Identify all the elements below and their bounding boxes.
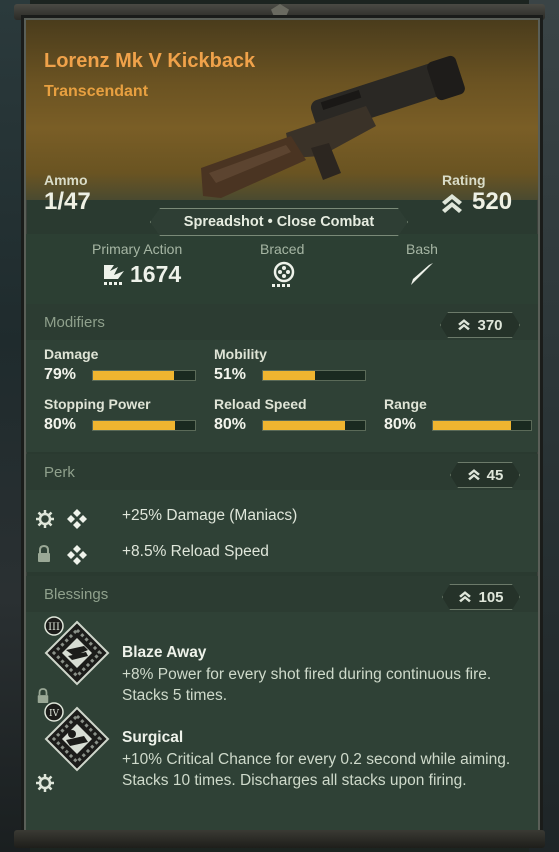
perk-item[interactable]: +25% Damage (Maniacs) bbox=[26, 504, 538, 532]
stat-name: Damage bbox=[44, 346, 99, 362]
item-header: Lorenz Mk V Kickback Transcendant Ammo 1… bbox=[26, 20, 538, 215]
stat-bar bbox=[262, 419, 366, 431]
perk-section: Perk 45 +25% Damage (Maniacs) +8.5% Relo… bbox=[26, 454, 538, 572]
weapon-actions: Primary Action 1674 Braced Bash bbox=[26, 234, 538, 304]
braced-label: Braced bbox=[260, 241, 305, 257]
perk-item[interactable]: +8.5% Reload Speed bbox=[26, 540, 538, 568]
primary-action-value: 1674 bbox=[130, 261, 182, 287]
rating-chevron-icon bbox=[457, 318, 471, 332]
modifiers-title: Modifiers bbox=[44, 314, 105, 331]
frame-bottom-ornament bbox=[14, 830, 545, 848]
bash-blade-icon bbox=[411, 263, 433, 285]
blessing-description: +10% Critical Chance for every 0.2 secon… bbox=[122, 751, 511, 789]
blessing-tier: III bbox=[48, 622, 60, 633]
perk-diamond-icon bbox=[67, 509, 87, 529]
stat-bar bbox=[92, 419, 196, 431]
perk-text: +8.5% Reload Speed bbox=[122, 543, 269, 560]
blessing-name: Blaze Away bbox=[122, 644, 207, 661]
blessings-header: Blessings 105 bbox=[26, 576, 538, 612]
blessings-section: Blessings 105 III Blaze Away +8% Power f… bbox=[26, 576, 538, 836]
lock-icon bbox=[38, 545, 50, 562]
stat-value: 80% bbox=[214, 416, 247, 433]
blessings-title: Blessings bbox=[44, 586, 109, 603]
ammo-value: 1/47 bbox=[44, 188, 91, 215]
perk-score: 45 bbox=[486, 466, 504, 484]
rating-chevron-icon bbox=[467, 468, 481, 482]
blessing-tier: IV bbox=[49, 709, 60, 719]
bash-label: Bash bbox=[406, 241, 438, 257]
stat-stopping-power: Stopping Power 80% bbox=[44, 396, 196, 434]
braced-crosshair-icon bbox=[272, 261, 295, 287]
stat-bar-fill bbox=[93, 420, 175, 430]
rating-chevron-icon bbox=[458, 590, 472, 604]
perk-diamond-icon bbox=[67, 545, 87, 565]
stat-name: Mobility bbox=[214, 346, 267, 362]
blessing-description: +8% Power for every shot fired during co… bbox=[122, 666, 492, 704]
stat-name: Range bbox=[384, 396, 427, 412]
ammo-label: Ammo bbox=[44, 172, 88, 188]
rating-label: Rating bbox=[442, 172, 486, 188]
aquila-emblem-icon bbox=[271, 4, 289, 18]
stat-mobility: Mobility 51% bbox=[214, 346, 366, 384]
perk-score-badge: 45 bbox=[450, 462, 520, 488]
stat-name: Stopping Power bbox=[44, 396, 151, 412]
modifiers-score: 370 bbox=[477, 316, 503, 334]
stat-reload-speed: Reload Speed 80% bbox=[214, 396, 366, 434]
stat-bar bbox=[262, 369, 366, 381]
modifiers-score-badge: 370 bbox=[440, 312, 520, 338]
modifiers-section: Modifiers 370 Damage 79% Mobility 51% St… bbox=[26, 304, 538, 452]
stat-value: 80% bbox=[44, 416, 77, 433]
stat-damage: Damage 79% bbox=[44, 346, 196, 384]
blessing-name: Surgical bbox=[122, 729, 184, 746]
spreadshot-damage-icon bbox=[104, 265, 124, 285]
blessings-score-badge: 105 bbox=[442, 584, 520, 610]
stat-bar-fill bbox=[433, 420, 512, 430]
modifiers-header: Modifiers 370 bbox=[26, 304, 538, 340]
perk-text: +25% Damage (Maniacs) bbox=[122, 507, 298, 524]
stat-range: Range 80% bbox=[384, 396, 532, 434]
stat-name: Reload Speed bbox=[214, 396, 307, 412]
stat-bar bbox=[432, 419, 532, 431]
perk-header: Perk 45 bbox=[26, 454, 538, 490]
stat-value: 51% bbox=[214, 366, 247, 383]
blessings-score: 105 bbox=[478, 588, 504, 606]
weapon-special-banner: Spreadshot • Close Combat bbox=[150, 208, 408, 236]
primary-action-label: Primary Action bbox=[92, 241, 183, 257]
rating-chevron-icon bbox=[442, 194, 462, 213]
tier-badge-icon: IV bbox=[44, 702, 64, 722]
rating-value: 520 bbox=[472, 188, 513, 215]
tier-badge-icon: III bbox=[44, 616, 64, 636]
stat-bar-fill bbox=[93, 370, 174, 380]
item-rarity: Transcendant bbox=[44, 83, 149, 100]
stat-bar bbox=[92, 369, 196, 381]
stat-value: 79% bbox=[44, 366, 77, 383]
gear-icon bbox=[36, 510, 54, 528]
weapon-image bbox=[201, 55, 465, 198]
stat-bar-fill bbox=[263, 370, 316, 380]
stat-value: 80% bbox=[384, 416, 417, 433]
stat-bar-fill bbox=[263, 420, 345, 430]
gear-icon bbox=[36, 774, 54, 792]
item-card: Lorenz Mk V Kickback Transcendant Ammo 1… bbox=[24, 18, 540, 840]
perk-title: Perk bbox=[44, 464, 75, 481]
